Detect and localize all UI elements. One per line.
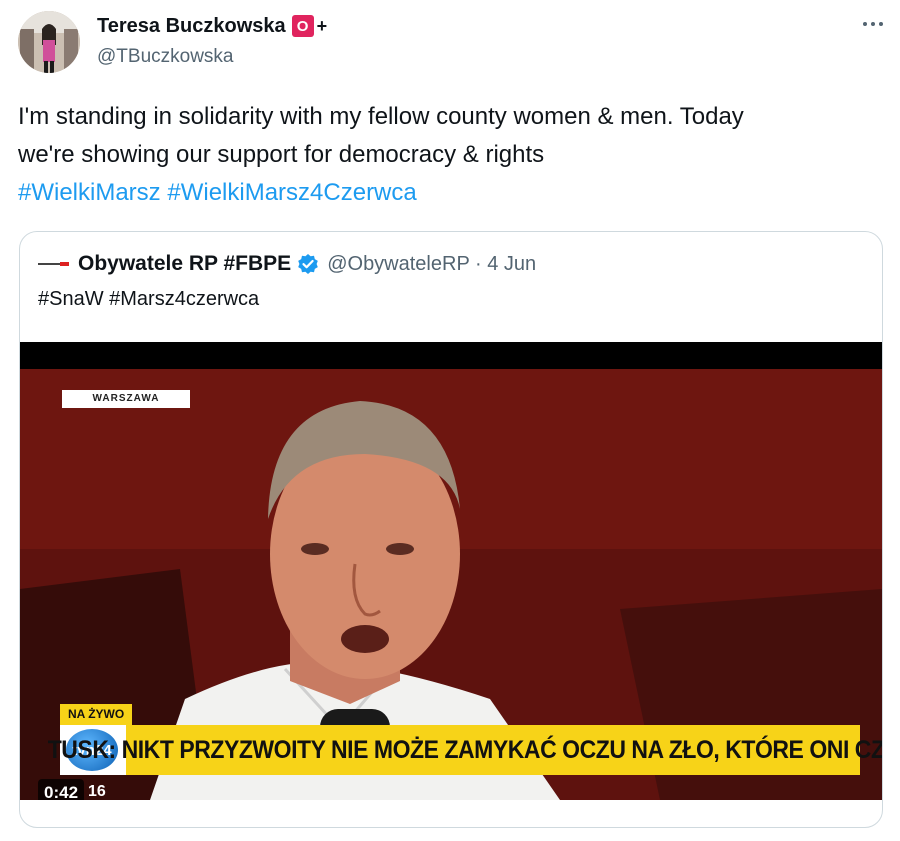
more-options-icon[interactable] [858,12,888,36]
badge-plus: + [316,15,328,36]
live-label: NA ŻYWO [60,704,133,725]
quoted-author-name[interactable]: Obywatele RP #FBPE [78,252,291,276]
tweet-hashtags: #WielkiMarsz #WielkiMarsz4Czerwca [18,174,878,212]
location-label: WARSZAWA [62,390,190,408]
quoted-handle-date[interactable]: @ObywateleRP · 4 Jun [327,253,536,276]
verified-badge-icon [298,254,319,274]
channel-clock: 16 [88,783,106,800]
author-avatar[interactable] [18,11,80,73]
news-ticker: TUSK: NIKT PRZYZWOITY NIE MOŻE ZAMYKAĆ O… [48,725,882,775]
tweet-author: Teresa Buczkowska O + @TBuczkowska [97,14,327,68]
hashtag-link[interactable]: #WielkiMarsz4Czerwca [167,179,416,206]
affiliation-badge-icon: O [291,15,314,37]
quoted-header: Obywatele RP #FBPE @ObywateleRP · 4 Jun [38,252,536,276]
tweet-text: I'm standing in solidarity with my fello… [18,98,878,212]
quoted-text: #SnaW #Marsz4czerwca [38,288,260,310]
author-name[interactable]: Teresa Buczkowska [97,15,286,38]
quoted-tweet[interactable]: Obywatele RP #FBPE @ObywateleRP · 4 Jun … [19,231,883,828]
author-handle[interactable]: @TBuczkowska [97,46,327,68]
video-elapsed-time: 0:42 [38,779,85,800]
quoted-avatar-logo-icon[interactable] [38,257,70,271]
tweet-text-line-2: we're showing our support for democracy … [18,141,545,168]
hashtag-link[interactable]: #WielkiMarsz [18,179,161,206]
video-frame: WARSZAWA NA ŻYWO tvn24 TUSK: NIKT PRZYZW… [20,369,882,800]
video-player[interactable]: WARSZAWA NA ŻYWO tvn24 TUSK: NIKT PRZYZW… [20,342,882,800]
avatar-photo [18,11,80,73]
ticker-text: TUSK: NIKT PRZYZWOITY NIE MOŻE ZAMYKAĆ O… [48,735,882,764]
tweet-text-line-1: I'm standing in solidarity with my fello… [18,103,744,130]
